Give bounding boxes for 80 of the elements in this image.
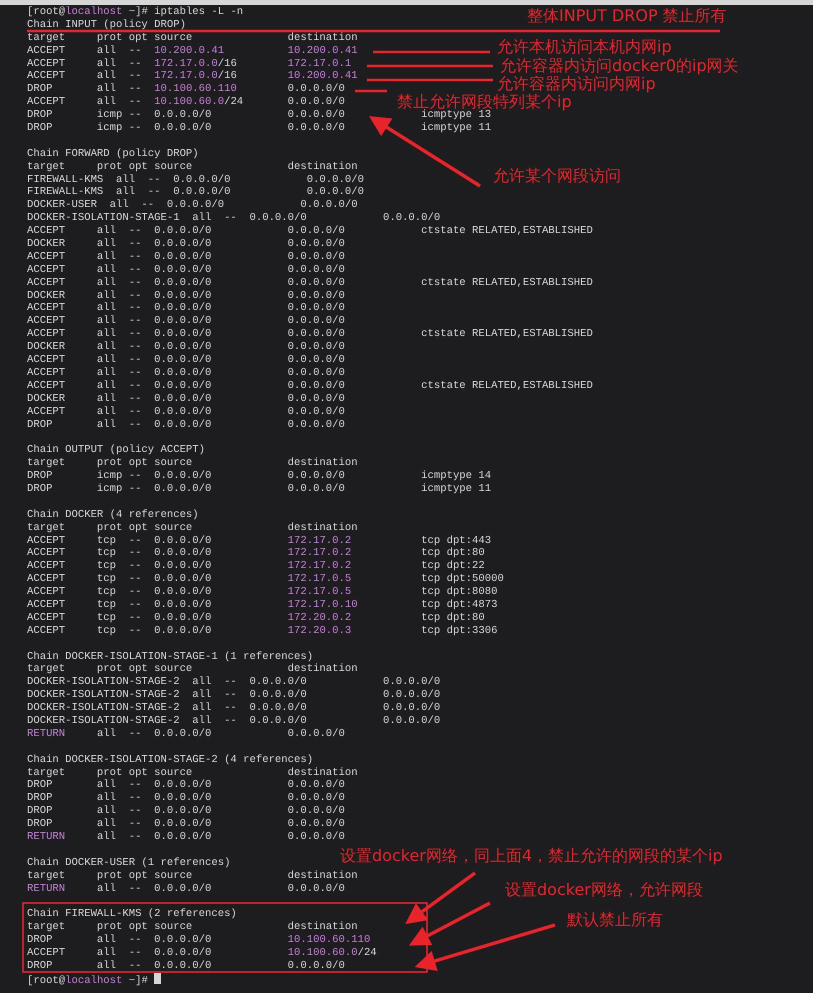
output-line: ACCEPT all -- 0.0.0.0/0 0.0.0.0/0 — [27, 315, 345, 328]
output-line: ACCEPT all -- 0.0.0.0/0 0.0.0.0/0 — [27, 264, 345, 277]
output-line: ACCEPT tcp -- 0.0.0.0/0 172.17.0.2 tcp dpt:22 — [27, 560, 485, 573]
output-line: DOCKER-ISOLATION-STAGE-2 all -- 0.0.0.0/0 0.0.0.0/0 — [27, 676, 440, 689]
output-line: ACCEPT tcp -- 0.0.0.0/0 172.20.0.2 tcp dpt:80 — [27, 612, 485, 625]
output-line: target prot opt source destination — [27, 766, 358, 779]
output-line: ACCEPT all -- 0.0.0.0/0 0.0.0.0/0 — [27, 354, 345, 367]
output-line: Chain INPUT (policy DROP) — [27, 18, 186, 32]
annotation-text: 允许容器内访问docker0的ip网关 — [500, 56, 739, 76]
output-line: target prot opt source destination — [27, 522, 358, 535]
output-line: ACCEPT tcp -- 0.0.0.0/0 172.17.0.5 tcp dpt:8080 — [27, 586, 498, 599]
output-line: DOCKER all -- 0.0.0.0/0 0.0.0.0/0 — [27, 290, 345, 302]
annotation-text: 允许本机访问本机内网ip — [497, 37, 672, 57]
annotation-text: 允许容器内访问内网ip — [497, 74, 656, 94]
output-line: DOCKER-ISOLATION-STAGE-2 all -- 0.0.0.0/0 0.0.0.0/0 — [27, 702, 440, 715]
output-line: DROP icmp -- 0.0.0.0/0 0.0.0.0/0 icmptype 11 — [27, 482, 492, 496]
output-line: DROP all -- 10.100.60.110 0.0.0.0/0 — [27, 83, 345, 96]
output-line: ACCEPT all -- 10.100.60.0/24 0.0.0.0/0 — [27, 96, 345, 109]
output-line: Chain DOCKER (4 references) — [27, 508, 199, 522]
output-line: target prot opt source destination — [27, 663, 358, 676]
output-line: ACCEPT all -- 0.0.0.0/0 10.100.60.0/24 — [27, 947, 377, 960]
shell-prompt: [root@localhost ~]# — [27, 974, 149, 987]
output-line: FIREWALL-KMS all -- 0.0.0.0/0 0.0.0.0/0 — [27, 186, 364, 199]
annotation-text: 设置docker网络，同上面4，禁止允许的网段的某个ip — [340, 846, 723, 866]
output-line: ACCEPT all -- 0.0.0.0/0 0.0.0.0/0 ctstate RELATED,ESTABLISHED — [27, 380, 593, 393]
output-line: DROP all -- 0.0.0.0/0 0.0.0.0/0 — [27, 818, 345, 831]
output-line: target prot opt source destination — [27, 160, 358, 174]
output-line: ACCEPT tcp -- 0.0.0.0/0 172.17.0.2 tcp dpt:80 — [27, 547, 485, 560]
output-line: DROP all -- 0.0.0.0/0 0.0.0.0/0 — [27, 779, 345, 792]
output-line: RETURN all -- 0.0.0.0/0 0.0.0.0/0 — [27, 882, 345, 896]
output-line: ACCEPT all -- 0.0.0.0/0 0.0.0.0/0 — [27, 366, 345, 380]
output-line: target prot opt source destination — [27, 921, 358, 934]
output-line: ACCEPT all -- 0.0.0.0/0 0.0.0.0/0 ctstate RELATED,ESTABLISHED — [27, 225, 593, 238]
output-line: DOCKER-ISOLATION-STAGE-2 all -- 0.0.0.0/0 0.0.0.0/0 — [27, 714, 440, 728]
output-line: DOCKER-USER all -- 0.0.0.0/0 0.0.0.0/0 — [27, 199, 358, 212]
annotation-text: 设置docker网络，允许网段 — [505, 880, 703, 900]
output-line: ACCEPT all -- 0.0.0.0/0 0.0.0.0/0 ctstate RELATED,ESTABLISHED — [27, 328, 593, 341]
output-line: DOCKER all -- 0.0.0.0/0 0.0.0.0/0 — [27, 392, 345, 406]
output-line: DOCKER all -- 0.0.0.0/0 0.0.0.0/0 — [27, 238, 345, 251]
output-line: DROP all -- 0.0.0.0/0 0.0.0.0/0 — [27, 418, 345, 432]
output-line: Chain DOCKER-USER (1 references) — [27, 856, 230, 870]
output-line: Chain DOCKER-ISOLATION-STAGE-2 (4 references) — [27, 754, 314, 767]
leader-line — [355, 90, 387, 92]
output-line: DROP all -- 0.0.0.0/0 0.0.0.0/0 — [27, 805, 345, 818]
output-line: RETURN all -- 0.0.0.0/0 0.0.0.0/0 — [27, 831, 345, 844]
text-cursor — [154, 972, 162, 984]
annotation-text: 整体INPUT DROP 禁止所有 — [527, 6, 727, 26]
output-line: DROP icmp -- 0.0.0.0/0 0.0.0.0/0 icmptype 14 — [27, 470, 492, 483]
output-line: target prot opt source destination — [27, 457, 358, 470]
output-line: DROP icmp -- 0.0.0.0/0 0.0.0.0/0 icmptype 13 — [27, 109, 492, 122]
output-line: ACCEPT tcp -- 0.0.0.0/0 172.17.0.10 tcp dpt:4873 — [27, 598, 498, 612]
output-line: ACCEPT all -- 172.17.0.0/16 172.17.0.1 — [27, 58, 352, 70]
output-line: ACCEPT all -- 0.0.0.0/0 0.0.0.0/0 ctstate RELATED,ESTABLISHED — [27, 276, 593, 290]
output-line: ACCEPT all -- 0.0.0.0/0 0.0.0.0/0 — [27, 302, 345, 315]
output-line: Chain DOCKER-ISOLATION-STAGE-1 (1 references) — [27, 650, 314, 663]
output-line: DOCKER-ISOLATION-STAGE-1 all -- 0.0.0.0/0 0.0.0.0/0 — [27, 212, 440, 225]
output-line: FIREWALL-KMS all -- 0.0.0.0/0 0.0.0.0/0 — [27, 174, 364, 186]
output-line: DOCKER-ISOLATION-STAGE-2 all -- 0.0.0.0/0 0.0.0.0/0 — [27, 689, 440, 702]
annotation-text: 允许某个网段访问 — [493, 166, 621, 186]
output-line: DROP all -- 0.0.0.0/0 10.100.60.110 — [27, 934, 370, 947]
output-line: DROP icmp -- 0.0.0.0/0 0.0.0.0/0 icmptype 11 — [27, 122, 492, 135]
output-line: Chain FIREWALL-KMS (2 references) — [27, 908, 237, 922]
output-line: ACCEPT all -- 0.0.0.0/0 0.0.0.0/0 — [27, 250, 345, 264]
output-line: ACCEPT all -- 172.17.0.0/16 10.200.0.41 — [27, 70, 358, 83]
output-line: Chain OUTPUT (policy ACCEPT) — [27, 444, 206, 458]
output-line: ACCEPT tcp -- 0.0.0.0/0 172.17.0.2 tcp dpt:443 — [27, 534, 492, 547]
output-line: DOCKER all -- 0.0.0.0/0 0.0.0.0/0 — [27, 341, 345, 354]
output-line: target prot opt source destination — [27, 32, 358, 45]
command-line: [root@localhost ~]# iptables -L -n — [27, 6, 244, 19]
annotation-text: 禁止允许网段特列某个ip — [397, 92, 572, 111]
output-line: DROP all -- 0.0.0.0/0 0.0.0.0/0 — [27, 792, 345, 805]
output-line: ACCEPT tcp -- 0.0.0.0/0 172.17.0.5 tcp dpt:50000 — [27, 573, 504, 586]
output-line: target prot opt source destination — [27, 870, 358, 883]
output-line: Chain FORWARD (policy DROP) — [27, 148, 199, 161]
output-line: DROP all -- 0.0.0.0/0 0.0.0.0/0 — [27, 960, 345, 973]
annotation-text: 默认禁止所有 — [567, 910, 663, 930]
output-line: ACCEPT tcp -- 0.0.0.0/0 172.20.0.3 tcp dpt:3306 — [27, 624, 498, 638]
output-line: ACCEPT all -- 10.200.0.41 10.200.0.41 — [27, 44, 358, 58]
output-line: RETURN all -- 0.0.0.0/0 0.0.0.0/0 — [27, 728, 345, 741]
output-line: ACCEPT all -- 0.0.0.0/0 0.0.0.0/0 — [27, 406, 345, 418]
